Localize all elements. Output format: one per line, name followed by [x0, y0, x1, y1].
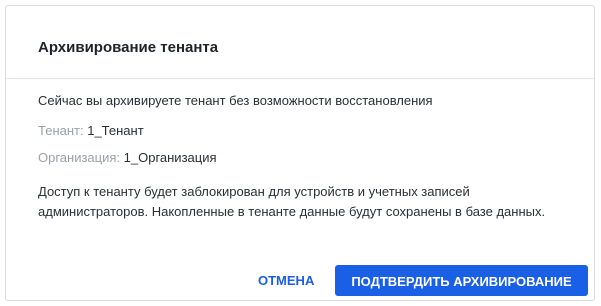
notice-line-2: администраторов. Накопленные в тенанте д… [38, 204, 546, 219]
tenant-value: 1_Тенант [87, 123, 144, 138]
tenant-row: Тенант: 1_Тенант [38, 123, 144, 138]
organization-label: Организация: [38, 150, 124, 165]
access-notice: Доступ к тенанту будет заблокирован для … [38, 182, 598, 222]
intro-text: Сейчас вы архивируете тенант без возможн… [38, 93, 433, 108]
dialog-title: Архивирование тенанта [38, 39, 219, 56]
confirm-archive-button[interactable]: ПОДТВЕРДИТЬ АРХИВИРОВАНИЕ [335, 265, 588, 296]
cancel-button[interactable]: ОТМЕНА [246, 265, 326, 297]
notice-line-1: Доступ к тенанту будет заблокирован для … [38, 184, 470, 199]
organization-value: 1_Организация [123, 150, 217, 165]
dialog-header: Архивирование тенанта [6, 6, 594, 79]
tenant-label: Тенант: [38, 123, 88, 138]
organization-row: Организация: 1_Организация [38, 150, 217, 165]
archive-tenant-dialog: Архивирование тенанта Сейчас вы архивиру… [5, 5, 595, 301]
